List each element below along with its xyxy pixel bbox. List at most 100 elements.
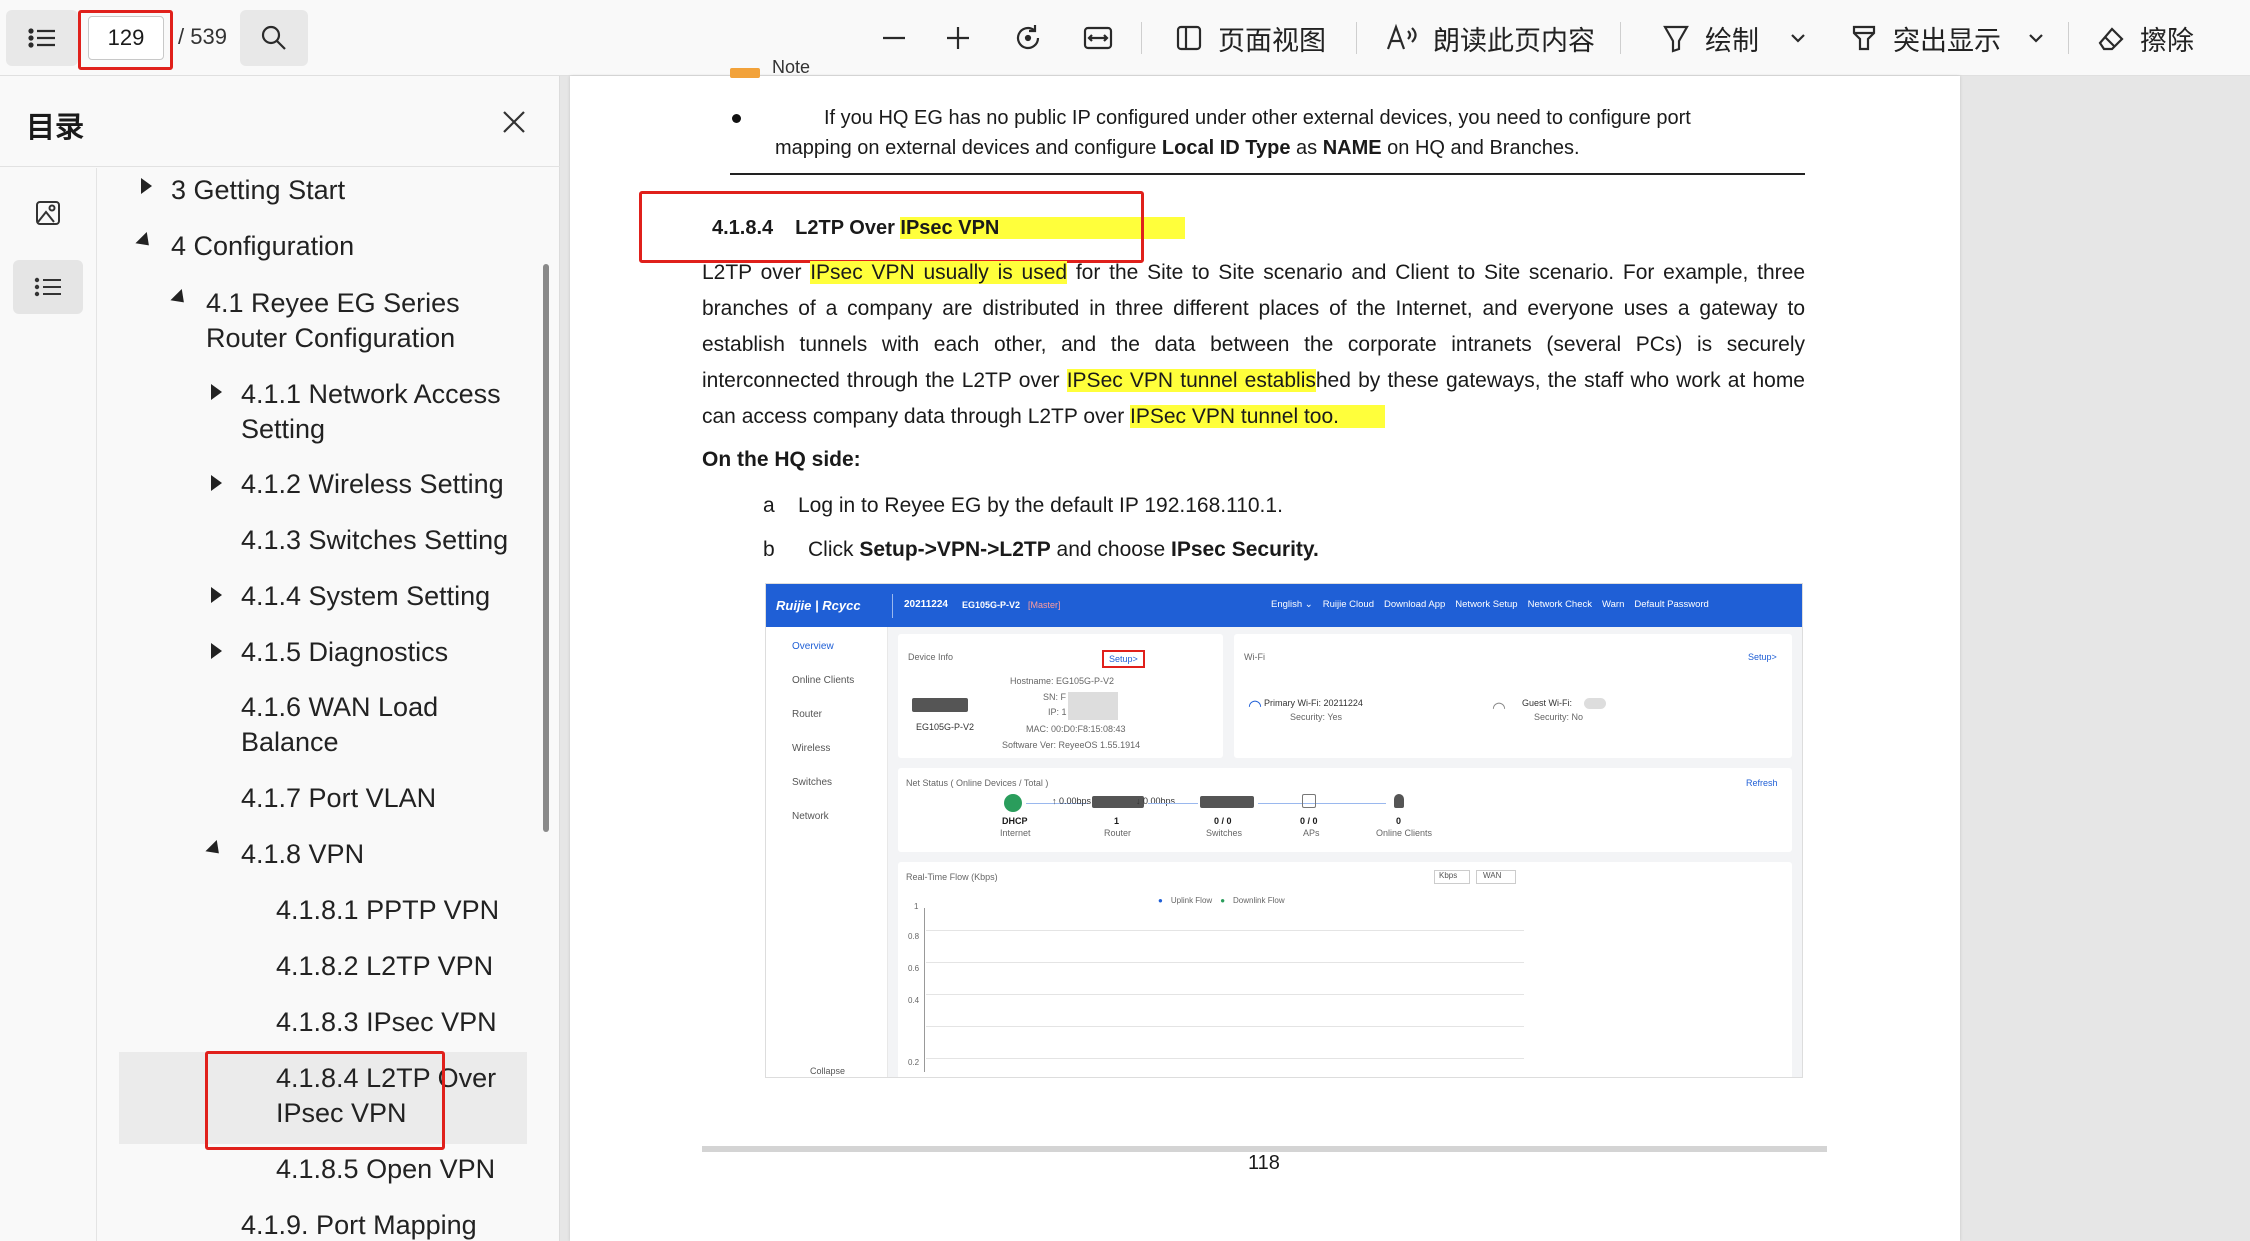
- collapse-caret[interactable]: [205, 839, 225, 860]
- page-number-input[interactable]: 129: [88, 16, 164, 60]
- embed-refresh: Refresh: [1746, 778, 1778, 788]
- embed-aps: APs: [1303, 828, 1320, 838]
- embed-link: Ruijie Cloud: [1322, 599, 1374, 610]
- toc-scrollbar[interactable]: [543, 264, 549, 832]
- embed-line: [1326, 803, 1386, 804]
- toc-item-4-1[interactable]: 4.1 Reyee EG Series Router Configuration: [206, 286, 460, 356]
- embed-line: [1258, 803, 1328, 804]
- toc-item-4-1-8-4[interactable]: 4.1.8.4 L2TP Over IPsec VPN: [276, 1061, 496, 1131]
- toc-item-label: Router Configuration: [206, 323, 456, 353]
- embed-flow-card: Real-Time Flow (Kbps) Kbps WAN ● Uplink F…: [898, 862, 1792, 1077]
- collapse-caret[interactable]: [135, 231, 155, 252]
- embed-gridline: [926, 1026, 1524, 1027]
- embed-router-count: 1: [1114, 816, 1120, 826]
- chevron-down-icon: [1791, 34, 1805, 43]
- plus-icon: [947, 27, 969, 49]
- ap-icon: [1302, 794, 1316, 808]
- toc-item-3-getting-start[interactable]: 3 Getting Start: [171, 173, 345, 208]
- fit-width-button[interactable]: [1070, 10, 1126, 66]
- toc-item-4-1-8-3[interactable]: 4.1.8.3 IPsec VPN: [276, 1005, 497, 1040]
- erase-button[interactable]: 擦除: [2080, 10, 2210, 66]
- embed-nav-item: Overview: [792, 641, 834, 652]
- expand-caret[interactable]: [211, 475, 222, 491]
- zoom-out-button[interactable]: [866, 10, 922, 66]
- embed-wifi-setup: Setup>: [1748, 652, 1777, 662]
- highlight-dropdown[interactable]: [2018, 10, 2054, 66]
- expand-caret[interactable]: [211, 587, 222, 603]
- toc-item-4-1-8-1[interactable]: 4.1.8.1 PPTP VPN: [276, 893, 499, 928]
- expand-caret[interactable]: [211, 643, 222, 659]
- bold-ipsec: IPsec Security.: [1170, 538, 1319, 561]
- embed-header: Ruijie | Rcycc 20211224 EG105G-P-V2 [Mas…: [766, 584, 1802, 627]
- toc-item-label: 4.1.1 Network Access: [241, 379, 501, 409]
- embed-switches: Switches: [1206, 828, 1243, 838]
- close-toc-button[interactable]: [494, 102, 534, 142]
- page-view-button[interactable]: 页面视图: [1170, 10, 1330, 66]
- highlighted-text: IPSec VPN tunnel establis: [1066, 369, 1316, 392]
- search-button[interactable]: [240, 10, 308, 66]
- embed-clients: Online Clients: [1376, 828, 1433, 838]
- chevron-down-icon: [2029, 34, 2043, 43]
- collapse-caret[interactable]: [170, 288, 190, 309]
- zoom-in-button[interactable]: [930, 10, 986, 66]
- toc-item-4-configuration[interactable]: 4 Configuration: [171, 229, 354, 264]
- rotate-button[interactable]: [1000, 10, 1056, 66]
- thumbnails-button[interactable]: [16, 188, 80, 238]
- toolbar: 129 / 539 页面视图 朗读此页内容 绘制 突出显示 擦除: [0, 0, 2250, 76]
- draw-dropdown[interactable]: [1780, 10, 1816, 66]
- toc-item-4-1-8-2[interactable]: 4.1.8.2 L2TP VPN: [276, 949, 493, 984]
- step-b-marker: b: [763, 538, 775, 561]
- embed-master: [Master]: [1028, 600, 1061, 610]
- embed-device-info-title: Device Info: [908, 652, 954, 662]
- toc-item-4-1-1[interactable]: 4.1.1 Network Access Setting: [241, 377, 501, 447]
- text-span: hed by these gateways, the staff who wor…: [1315, 369, 1805, 392]
- toc-item-4-1-5[interactable]: 4.1.5 Diagnostics: [241, 635, 448, 670]
- embed-hostname: Hostname: EG105G-P-V2: [1010, 676, 1115, 686]
- embed-nav-item: Online Clients: [792, 675, 855, 686]
- text-span: and choose: [1050, 538, 1171, 561]
- bold-path: Setup->VPN->L2TP: [859, 538, 1051, 561]
- heading-text-highlighted: IPsec VPN: [900, 217, 1000, 239]
- embed-gridline: [926, 994, 1524, 995]
- toc-item-label: 4.1.8.4 L2TP Over: [276, 1063, 497, 1093]
- toc-item-4-1-8[interactable]: 4.1.8 VPN: [241, 837, 364, 872]
- embed-client-count: 0: [1396, 816, 1402, 826]
- embed-net-title: Net Status ( Online Devices / Total ): [906, 778, 1049, 788]
- toc-item-4-1-3[interactable]: 4.1.3 Switches Setting: [241, 523, 508, 558]
- draw-button[interactable]: 绘制: [1650, 10, 1770, 66]
- toc-item-4-1-6[interactable]: 4.1.6 WAN Load Balance: [241, 690, 438, 760]
- toc-item-4-1-7[interactable]: 4.1.7 Port VLAN: [241, 781, 436, 816]
- highlight-button[interactable]: 突出显示: [1840, 10, 2010, 66]
- page-view-label: 页面视图: [1218, 25, 1326, 56]
- toc-item-label: 4.1.6 WAN Load: [241, 692, 439, 722]
- embed-switch-node: [1200, 796, 1254, 808]
- toc-item-4-1-8-5[interactable]: 4.1.8.5 Open VPN: [276, 1152, 495, 1187]
- embed-down: ↓ 0.00bps: [1136, 796, 1176, 806]
- embed-switch-count: 0 / 0: [1214, 816, 1232, 826]
- text-span: interconnected through the L2TP over: [702, 369, 1067, 392]
- expand-caret[interactable]: [141, 178, 152, 194]
- toc-item-label: 4.1 Reyee EG Series: [206, 288, 460, 318]
- toc-item-4-1-4[interactable]: 4.1.4 System Setting: [241, 579, 490, 614]
- text-span: as: [1290, 137, 1323, 159]
- toc-item-label: IPsec VPN: [276, 1098, 407, 1128]
- embed-model: EG105G-P-V2: [962, 600, 1021, 610]
- page-number-footer: 118: [1248, 1152, 1280, 1174]
- toc-item-4-1-2[interactable]: 4.1.2 Wireless Setting: [241, 467, 504, 502]
- expand-caret[interactable]: [211, 384, 222, 400]
- note-bullet-line2: mapping on external devices and configur…: [775, 133, 1580, 163]
- note-rule: [730, 173, 1805, 175]
- outline-button[interactable]: [13, 260, 83, 314]
- eraser-icon: [2098, 27, 2124, 51]
- embed-kbps-select: Kbps: [1434, 870, 1470, 884]
- draw-label: 绘制: [1705, 25, 1759, 56]
- read-aloud-button[interactable]: 朗读此页内容: [1385, 10, 1595, 66]
- embed-gridline: [926, 930, 1524, 931]
- toc-item-4-1-9[interactable]: 4.1.9. Port Mapping: [241, 1208, 477, 1241]
- embed-up: ↑ 0.00bps: [1052, 796, 1092, 806]
- embed-setup-link: Setup>: [1102, 650, 1145, 668]
- note-bullet-line1: If you HQ EG has no public IP configured…: [824, 107, 1691, 129]
- embed-sn: SN: F: [1043, 692, 1067, 702]
- toc-item-label: Setting: [241, 414, 326, 444]
- toc-toggle-button[interactable]: [6, 10, 78, 66]
